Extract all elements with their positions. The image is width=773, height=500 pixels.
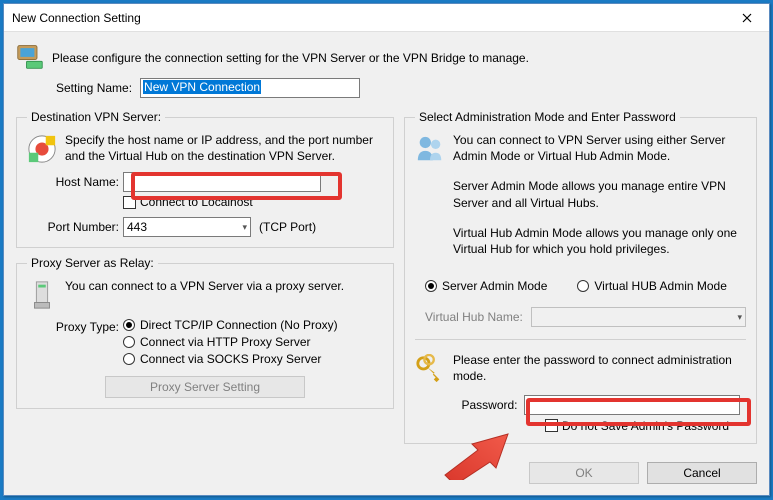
window-title: New Connection Setting	[12, 11, 725, 25]
vhub-name-combo: ▾	[531, 307, 746, 327]
admin-group: Select Administration Mode and Enter Pas…	[404, 110, 757, 444]
host-name-label: Host Name:	[27, 175, 119, 189]
host-name-input[interactable]	[123, 172, 321, 192]
proxy-desc: You can connect to a VPN Server via a pr…	[65, 278, 344, 294]
server-admin-label: Server Admin Mode	[442, 279, 547, 293]
port-number-value: 443	[127, 220, 147, 234]
ok-button[interactable]: OK	[529, 462, 639, 484]
proxy-http-radio[interactable]: Connect via HTTP Proxy Server	[123, 335, 338, 349]
proxy-http-label: Connect via HTTP Proxy Server	[140, 335, 311, 349]
radio-icon	[123, 319, 135, 331]
localhost-checkbox[interactable]	[123, 196, 136, 209]
proxy-socks-radio[interactable]: Connect via SOCKS Proxy Server	[123, 352, 338, 366]
proxy-type-label: Proxy Type:	[27, 320, 119, 334]
port-note: (TCP Port)	[259, 220, 316, 234]
divider	[415, 339, 746, 340]
titlebar[interactable]: New Connection Setting	[4, 4, 769, 32]
radio-icon	[123, 353, 135, 365]
port-number-combo[interactable]: 443 ▾	[123, 217, 251, 237]
destination-legend: Destination VPN Server:	[27, 110, 165, 124]
nosave-checkbox[interactable]	[545, 419, 558, 432]
server-icon	[27, 134, 57, 164]
close-button[interactable]	[725, 4, 769, 32]
password-input[interactable]	[524, 395, 740, 415]
connection-icon	[16, 42, 44, 70]
pwd-intro: Please enter the password to connect adm…	[453, 352, 746, 384]
cancel-button[interactable]: Cancel	[647, 462, 757, 484]
setting-name-label: Setting Name:	[56, 81, 132, 95]
proxy-socks-label: Connect via SOCKS Proxy Server	[140, 352, 321, 366]
chevron-down-icon: ▾	[242, 222, 247, 233]
intro-text: Please configure the connection setting …	[52, 51, 529, 65]
admin-desc2: Server Admin Mode allows you manage enti…	[453, 178, 746, 210]
radio-icon	[577, 280, 589, 292]
setting-name-input[interactable]: New VPN Connection	[140, 78, 360, 98]
chevron-down-icon: ▾	[737, 312, 742, 323]
proxy-setting-button[interactable]: Proxy Server Setting	[105, 376, 305, 398]
vhub-admin-radio[interactable]: Virtual HUB Admin Mode	[577, 279, 727, 293]
proxy-group: Proxy Server as Relay: You can connect t…	[16, 256, 394, 409]
port-number-label: Port Number:	[27, 220, 119, 234]
proxy-direct-label: Direct TCP/IP Connection (No Proxy)	[140, 318, 338, 332]
radio-icon	[123, 336, 135, 348]
keys-icon	[415, 354, 445, 384]
destination-group: Destination VPN Server: Specify the host…	[16, 110, 394, 248]
nosave-label: Do not Save Admin's Password	[562, 419, 729, 433]
server-admin-radio[interactable]: Server Admin Mode	[425, 279, 547, 293]
localhost-label: Connect to Localhost	[140, 195, 253, 209]
vhub-admin-label: Virtual HUB Admin Mode	[594, 279, 727, 293]
proxy-direct-radio[interactable]: Direct TCP/IP Connection (No Proxy)	[123, 318, 338, 332]
close-icon	[742, 13, 752, 23]
vhub-name-label: Virtual Hub Name:	[425, 310, 523, 324]
destination-desc: Specify the host name or IP address, and…	[65, 132, 383, 164]
proxy-server-icon	[27, 280, 57, 310]
admin-desc1: You can connect to VPN Server using eith…	[453, 132, 746, 164]
admin-legend: Select Administration Mode and Enter Pas…	[415, 110, 680, 124]
dialog-window: New Connection Setting Please configure …	[3, 3, 770, 496]
password-label: Password:	[461, 398, 517, 412]
radio-icon	[425, 280, 437, 292]
admin-icon	[415, 134, 445, 164]
proxy-legend: Proxy Server as Relay:	[27, 256, 158, 270]
admin-desc3: Virtual Hub Admin Mode allows you manage…	[453, 225, 746, 257]
setting-name-value: New VPN Connection	[143, 80, 261, 94]
